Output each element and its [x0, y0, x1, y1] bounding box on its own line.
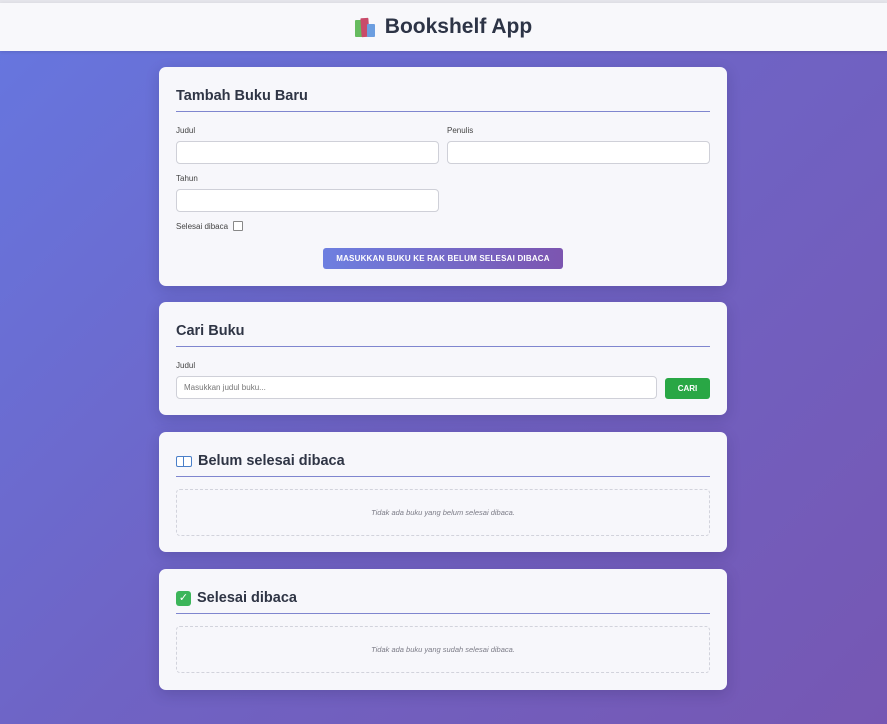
incomplete-empty-state: Tidak ada buku yang belum selesai dibaca…: [176, 489, 710, 536]
search-button[interactable]: CARI: [665, 378, 710, 399]
open-book-icon: [176, 455, 192, 467]
search-card: Cari Buku Judul CARI: [159, 302, 727, 415]
app-header: Bookshelf App: [0, 3, 887, 51]
author-input[interactable]: [447, 141, 710, 164]
complete-checkbox-row: Selesai dibaca: [176, 221, 244, 231]
incomplete-shelf-title: Belum selesai dibaca: [198, 453, 345, 469]
check-mark-icon: ✓: [176, 590, 191, 606]
add-book-title: Tambah Buku Baru: [176, 88, 710, 112]
add-book-button[interactable]: MASUKKAN BUKU KE RAK BELUM SELESAI DIBAC…: [323, 248, 563, 269]
search-title: Cari Buku: [176, 323, 710, 347]
complete-checkbox-label: Selesai dibaca: [176, 221, 229, 231]
title-input[interactable]: [176, 141, 439, 164]
search-input[interactable]: [176, 376, 657, 399]
books-icon: [354, 17, 377, 38]
complete-shelf-card: ✓ Selesai dibaca Tidak ada buku yang sud…: [159, 569, 727, 690]
year-label: Tahun: [176, 174, 198, 183]
complete-empty-state: Tidak ada buku yang sudah selesai dibaca…: [176, 626, 710, 673]
complete-shelf-header: ✓ Selesai dibaca: [176, 590, 710, 614]
author-label: Penulis: [447, 126, 474, 135]
complete-checkbox[interactable]: [233, 221, 244, 231]
search-label: Judul: [176, 361, 196, 370]
complete-empty-text: Tidak ada buku yang sudah selesai dibaca…: [371, 645, 515, 654]
incomplete-empty-text: Tidak ada buku yang belum selesai dibaca…: [371, 508, 515, 517]
incomplete-shelf-card: Belum selesai dibaca Tidak ada buku yang…: [159, 432, 727, 552]
complete-shelf-title: Selesai dibaca: [197, 590, 297, 606]
app-title-group: Bookshelf App: [354, 15, 533, 39]
title-label: Judul: [176, 126, 196, 135]
incomplete-shelf-header: Belum selesai dibaca: [176, 453, 710, 477]
add-book-card: Tambah Buku Baru Judul Penulis Tahun Sel…: [159, 67, 727, 286]
app-title: Bookshelf App: [384, 15, 533, 38]
year-input[interactable]: [176, 189, 439, 212]
